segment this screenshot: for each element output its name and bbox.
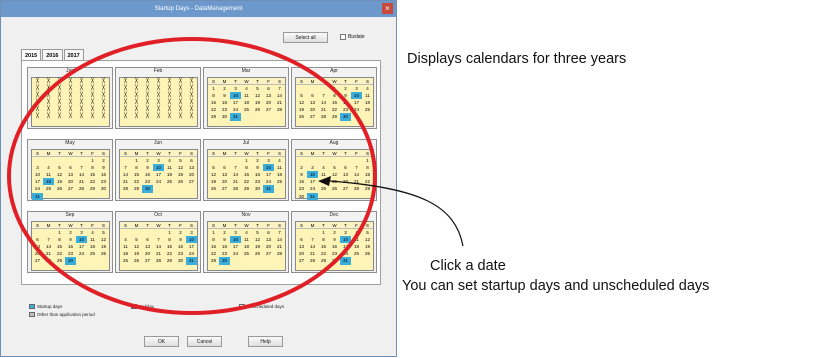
annotation-set-days: You can set startup days and unscheduled… — [402, 278, 710, 294]
callout-arrowhead-icon — [318, 176, 331, 186]
annotation-three-years: Displays calendars for three years — [407, 51, 627, 67]
callout-arrow-line — [329, 180, 464, 247]
annotation-click-date: Click a date — [430, 258, 506, 274]
